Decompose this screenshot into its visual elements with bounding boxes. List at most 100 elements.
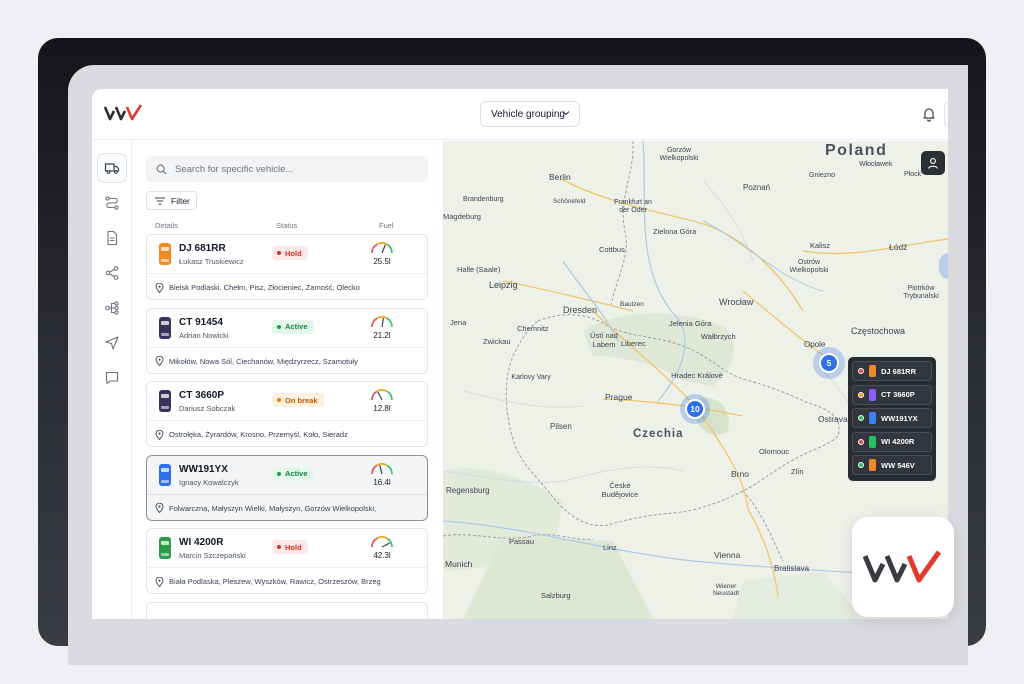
vehicle-route: Folwarczna, Małyszyn Wielki, Małyszyn, G… [147, 493, 427, 520]
city-brandenburg: Brandenburg [463, 196, 504, 203]
filter-button[interactable]: Filter [146, 191, 197, 210]
rail-routes[interactable] [97, 188, 127, 218]
fuel-gauge-icon [371, 242, 393, 254]
vehicle-route: Bielsk Podlaski, Chełm, Pisz, Złocieniec… [147, 273, 427, 299]
bell-icon[interactable] [921, 106, 937, 122]
status-label: On break [285, 395, 318, 405]
location-pin-icon [155, 503, 164, 513]
city-olomouc: Olomouc [759, 447, 790, 456]
vehicle-summary: CT 91454 Adrian Nowicki Active 21.2l [147, 309, 427, 346]
city-munich: Munich [445, 559, 473, 569]
city-zielona-gora: Zielona Góra [653, 227, 697, 236]
country-label-czechia: Czechia [633, 428, 684, 440]
city-prague: Prague [605, 392, 633, 402]
popup-vehicle-row[interactable]: DJ 681RR [852, 361, 932, 381]
route-icon [105, 196, 119, 210]
vehicle-card[interactable]: CT 3660P Dariusz Sobczak On break 12.8l … [146, 381, 428, 447]
city-wloclawek: Włocławek [859, 161, 893, 168]
map-layers-button[interactable] [921, 151, 945, 175]
vehicle-card-peek[interactable] [146, 601, 428, 619]
document-icon [107, 230, 118, 246]
vehicle-route: Ostrołęka, Żyrardów, Krosno, Przemyśl, K… [147, 420, 427, 446]
car-icon [869, 412, 876, 424]
city-karlovy: Karlovy Vary [511, 374, 551, 381]
city-jena: Jena [450, 318, 467, 327]
search-input[interactable]: Search for specific vehicle... [146, 156, 428, 182]
status-dot [858, 462, 864, 468]
map-cluster-czechia[interactable]: 10 [680, 394, 710, 424]
popup-plate: WI 4200R [881, 437, 915, 446]
rail-vehicles[interactable] [97, 153, 127, 183]
account-button[interactable] [944, 101, 948, 127]
top-bar: Vehicle grouping [92, 89, 948, 140]
fuel-value: 42.3l [373, 551, 391, 560]
route-text: Bielsk Podlaski, Chełm, Pisz, Złocieniec… [169, 283, 360, 292]
location-pin-icon [155, 429, 164, 440]
status-dot [858, 438, 864, 445]
car-icon [869, 435, 876, 448]
vehicle-route: Biała Podlaska, Pleszew, Wyszków, Rawicz… [147, 567, 427, 593]
popup-vehicle-row[interactable]: CT 3660P [852, 384, 932, 405]
location-pin-icon [155, 282, 164, 293]
city-bautzen: Bautzen [620, 301, 644, 308]
cluster-count: 10 [685, 399, 705, 419]
vehicle-card[interactable]: DJ 681RR Łukasz Truskiewicz Hold 25.5l B… [146, 234, 428, 300]
vehicle-plate: DJ 681RR [179, 243, 226, 254]
vehicle-plate: CT 3660P [179, 390, 225, 401]
rail-navigation[interactable] [97, 328, 127, 358]
popup-plate: WW 546V [881, 460, 915, 470]
driver-name: Adrian Nowicki [179, 330, 229, 340]
city-plock: Płock [904, 171, 922, 178]
chat-icon [105, 371, 119, 385]
rail-documents[interactable] [97, 223, 127, 253]
column-status[interactable]: Status [276, 221, 297, 230]
city-magdeburg: Magdeburg [443, 212, 481, 221]
fuel-value: 25.5l [373, 257, 391, 266]
vehicle-plate: CT 91454 [179, 316, 223, 328]
vehicle-card[interactable]: CT 91454 Adrian Nowicki Active 21.2l Mik… [146, 307, 428, 374]
city-berlin: Berlin [549, 172, 571, 182]
city-salzburg: Salzburg [541, 591, 571, 600]
popup-vehicle-row[interactable]: WW191YX [852, 408, 932, 428]
car-icon [869, 365, 876, 377]
status-dot [277, 324, 281, 329]
brand-logo[interactable] [103, 104, 144, 127]
fuel-value: 21.2l [373, 330, 391, 340]
user-location-icon [927, 158, 939, 169]
city-chemnitz: Chemnitz [517, 324, 549, 333]
popup-vehicle-row[interactable]: WI 4200R [852, 431, 932, 452]
city-vienna: Vienna [714, 550, 741, 560]
city-walbrzych: Wałbrzych [701, 332, 736, 341]
vehicle-card[interactable]: WW191YX Ignacy Kowalczyk Active 16.4l Fo… [146, 454, 428, 521]
fuel-gauge-icon [371, 315, 393, 327]
driver-name: Dariusz Sobczak [179, 404, 236, 413]
city-halle: Halle (Saale) [457, 265, 501, 274]
column-fuel[interactable]: Fuel [379, 221, 394, 230]
status-dot [277, 398, 281, 402]
vehicle-grouping-select[interactable]: Vehicle grouping [480, 101, 580, 127]
city-kalisz: Kalisz [810, 241, 831, 250]
column-details[interactable]: Details [155, 221, 178, 230]
popup-vehicle-row[interactable]: WW 546V [852, 455, 932, 475]
app-screen: Vehicle grouping Search for specific veh… [92, 89, 948, 619]
route-text: Mikołów, Nowa Sól, Ciechanów, Międzyrzec… [169, 356, 358, 366]
status-label: Active [285, 322, 308, 331]
map-cluster-poland[interactable]: 5 [813, 347, 845, 379]
status-badge: Active [272, 319, 314, 334]
city-liberec: Liberec [621, 339, 646, 348]
city-jelenia-gora: Jelenia Góra [669, 319, 712, 328]
vehicle-summary: CT 3660P Dariusz Sobczak On break 12.8l [147, 382, 427, 419]
city-czestochowa: Częstochowa [851, 326, 906, 336]
map-cluster-edge[interactable] [939, 253, 948, 279]
status-badge: Hold [272, 246, 308, 260]
rail-messages[interactable] [97, 363, 127, 393]
vehicle-card[interactable]: WI 4200R Marcin Szczepański Hold 42.3l B… [146, 528, 428, 594]
vehicle-route: Mikołów, Nowa Sól, Ciechanów, Międzyrzec… [147, 346, 427, 373]
route-text: Ostrołęka, Żyrardów, Krosno, Przemyśl, K… [169, 430, 348, 439]
city-wiener: Wiener Neustadt [712, 583, 740, 597]
rail-share[interactable] [97, 258, 127, 288]
city-hradec: Hradec Králové [671, 371, 723, 380]
chevron-down-icon [562, 111, 570, 116]
rail-hierarchy[interactable] [97, 293, 127, 323]
search-placeholder: Search for specific vehicle... [175, 163, 294, 175]
